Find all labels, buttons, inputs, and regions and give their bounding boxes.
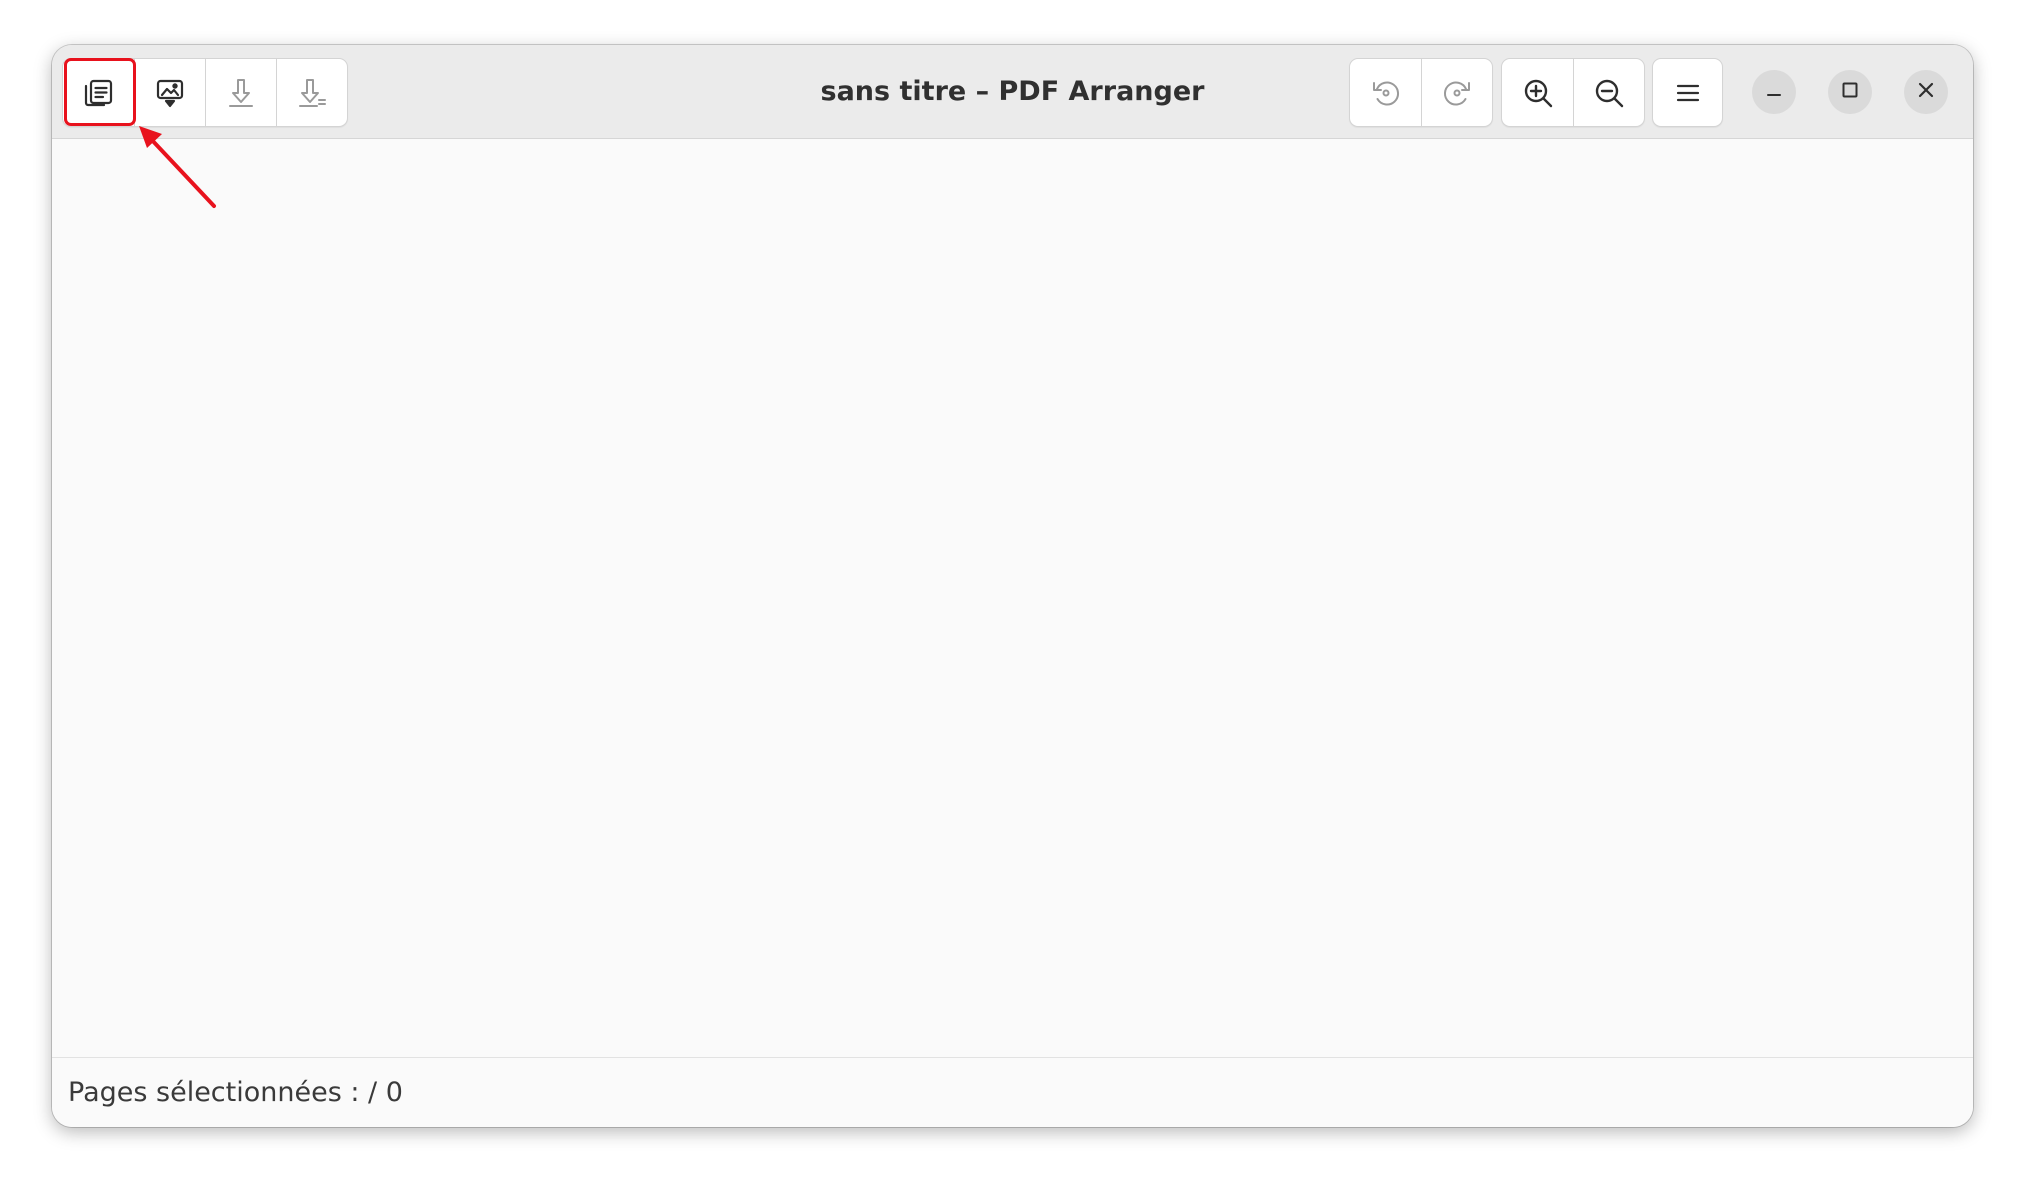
download-icon <box>224 76 258 110</box>
minimize-button[interactable] <box>1752 70 1796 114</box>
hamburger-icon <box>1673 78 1703 108</box>
open-file-button[interactable] <box>63 59 134 126</box>
selected-pages-status: Pages sélectionnées : / 0 <box>68 1077 403 1108</box>
import-button[interactable] <box>134 59 205 126</box>
zoom-out-button[interactable] <box>1573 59 1644 126</box>
documents-icon <box>82 76 116 110</box>
download-edit-icon <box>295 76 329 110</box>
save-as-button[interactable] <box>276 59 347 126</box>
app-window: sans titre – PDF Arranger Pages sélectio… <box>52 45 1973 1127</box>
zoom-in-icon <box>1521 76 1555 110</box>
rotate-button-group <box>1349 58 1493 127</box>
file-button-group <box>62 58 348 127</box>
save-button[interactable] <box>205 59 276 126</box>
menu-button-group <box>1652 58 1723 127</box>
close-button[interactable] <box>1904 70 1948 114</box>
minimize-icon <box>1764 80 1784 104</box>
zoom-out-icon <box>1592 76 1626 110</box>
zoom-button-group <box>1501 58 1645 127</box>
status-bar: Pages sélectionnées : / 0 <box>52 1057 1973 1127</box>
header-bar: sans titre – PDF Arranger <box>52 45 1973 139</box>
close-icon <box>1916 80 1936 104</box>
maximize-icon <box>1840 80 1860 104</box>
rotate-right-icon <box>1440 76 1474 110</box>
rotate-left-icon <box>1369 76 1403 110</box>
maximize-button[interactable] <box>1828 70 1872 114</box>
page-grid-area[interactable] <box>52 139 1973 1057</box>
rotate-right-button[interactable] <box>1421 59 1492 126</box>
main-menu-button[interactable] <box>1653 59 1722 126</box>
zoom-in-button[interactable] <box>1502 59 1573 126</box>
rotate-left-button[interactable] <box>1350 59 1421 126</box>
import-image-icon <box>153 76 187 110</box>
